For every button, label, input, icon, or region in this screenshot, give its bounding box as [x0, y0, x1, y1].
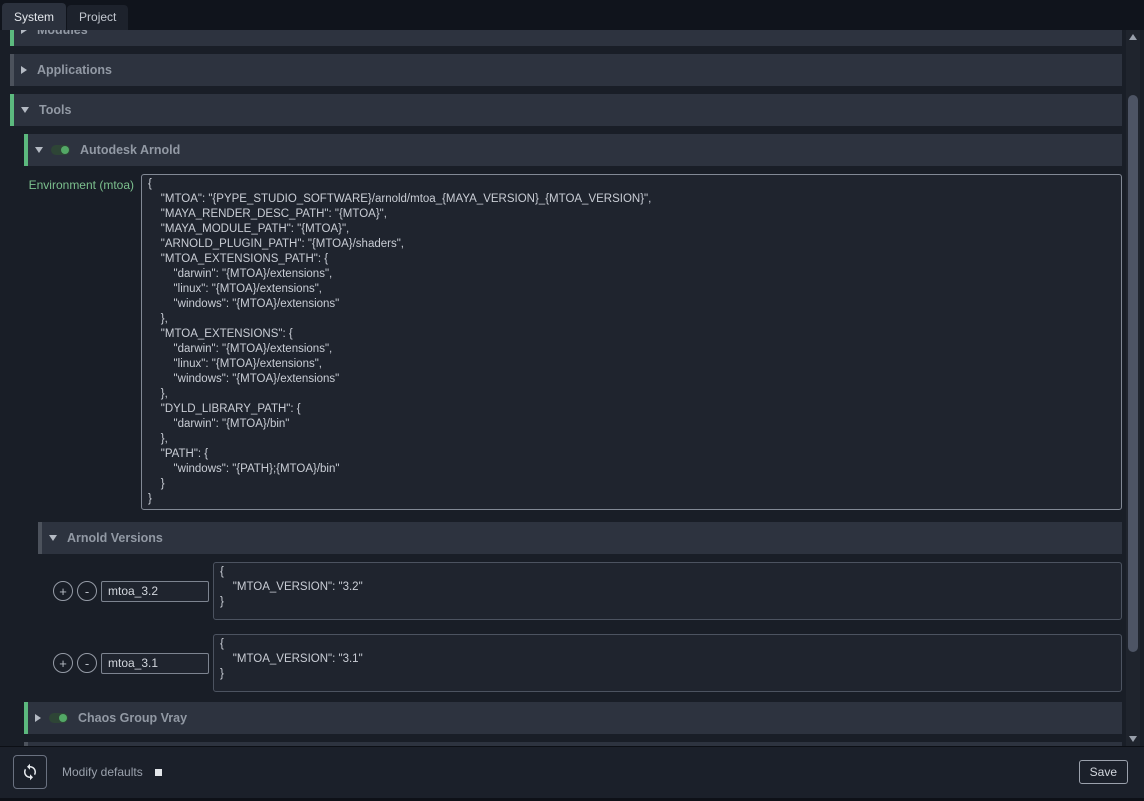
- section-header-chaos-group-vray[interactable]: Chaos Group Vray: [24, 702, 1122, 734]
- remove-version-button[interactable]: -: [77, 581, 97, 601]
- scroll-up-button[interactable]: [1126, 30, 1140, 44]
- section-title-chaos-group-vray: Chaos Group Vray: [78, 711, 187, 725]
- version-row: + - { "MTOA_VERSION": "3.2" }: [53, 562, 1122, 620]
- section-header-applications[interactable]: Applications: [10, 54, 1122, 86]
- remove-version-button[interactable]: -: [77, 653, 97, 673]
- section-header-tools[interactable]: Tools: [10, 94, 1122, 126]
- scroll-down-icon: [1129, 736, 1137, 742]
- tab-project[interactable]: Project: [67, 5, 128, 30]
- settings-scroll-area: Modules Applications Tools Autodesk Arno…: [0, 30, 1144, 746]
- vertical-scrollbar[interactable]: [1126, 30, 1140, 746]
- section-header-arnold-versions[interactable]: Arnold Versions: [38, 522, 1122, 554]
- section-title-arnold-versions: Arnold Versions: [67, 531, 163, 545]
- modify-defaults-checkbox[interactable]: [155, 769, 162, 776]
- chevron-down-icon: [49, 535, 57, 541]
- environment-label: Environment (mtoa): [28, 174, 141, 510]
- scroll-up-icon: [1129, 34, 1137, 40]
- version-json-editor[interactable]: { "MTOA_VERSION": "3.2" }: [213, 562, 1122, 620]
- refresh-button[interactable]: [13, 755, 47, 789]
- chevron-down-icon: [35, 147, 43, 153]
- section-title-applications: Applications: [37, 63, 112, 77]
- section-title-tools: Tools: [39, 103, 71, 117]
- version-name-input[interactable]: [101, 653, 209, 674]
- version-row: + - { "MTOA_VERSION": "3.1" }: [53, 634, 1122, 692]
- section-title-autodesk-arnold: Autodesk Arnold: [80, 143, 180, 157]
- modify-defaults-label: Modify defaults: [62, 765, 143, 779]
- refresh-icon: [21, 763, 39, 781]
- environment-row: Environment (mtoa) { "MTOA": "{PYPE_STUD…: [28, 174, 1122, 510]
- enabled-toggle[interactable]: [51, 145, 70, 155]
- chevron-right-icon: [35, 714, 41, 722]
- footer-bar: Modify defaults Save: [0, 746, 1144, 801]
- add-version-button[interactable]: +: [53, 653, 73, 673]
- add-version-button[interactable]: +: [53, 581, 73, 601]
- version-json-editor[interactable]: { "MTOA_VERSION": "3.1" }: [213, 634, 1122, 692]
- chevron-right-icon: [21, 66, 27, 74]
- scrollbar-thumb[interactable]: [1128, 95, 1138, 652]
- tab-bar: System Project: [0, 0, 1144, 30]
- section-title-modules: Modules: [37, 30, 88, 37]
- environment-json-editor[interactable]: { "MTOA": "{PYPE_STUDIO_SOFTWARE}/arnold…: [141, 174, 1122, 510]
- scroll-down-button[interactable]: [1126, 732, 1140, 746]
- section-header-modules[interactable]: Modules: [10, 30, 1122, 46]
- save-button[interactable]: Save: [1079, 760, 1128, 784]
- settings-content: Modules Applications Tools Autodesk Arno…: [0, 30, 1128, 746]
- settings-window: System Project Modules Applications Tool…: [0, 0, 1144, 801]
- chevron-down-icon: [21, 107, 29, 113]
- enabled-toggle[interactable]: [49, 713, 68, 723]
- chevron-right-icon: [21, 30, 27, 34]
- tab-system[interactable]: System: [2, 3, 66, 30]
- version-name-input[interactable]: [101, 581, 209, 602]
- section-header-autodesk-arnold[interactable]: Autodesk Arnold: [24, 134, 1122, 166]
